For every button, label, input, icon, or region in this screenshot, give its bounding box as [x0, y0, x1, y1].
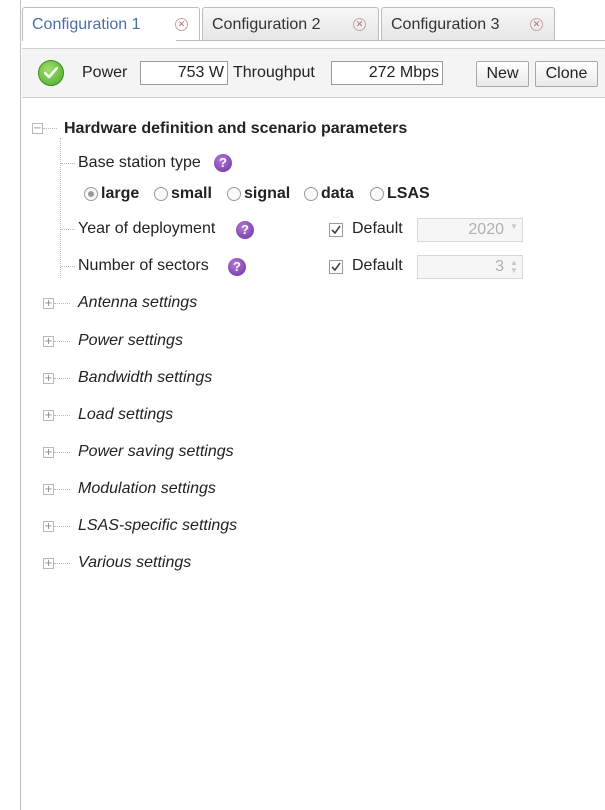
tab-label: Configuration 2	[212, 16, 321, 33]
radio-button[interactable]	[370, 187, 384, 201]
radio-label: data	[321, 185, 354, 202]
tree-guide	[54, 378, 70, 379]
tab-configuration-1[interactable]: Configuration 1 ✕	[22, 7, 200, 41]
expand-icon[interactable]: +	[43, 410, 54, 421]
power-label: Power	[82, 64, 128, 81]
power-value-field: 753 W	[140, 61, 228, 85]
expand-icon[interactable]: +	[43, 336, 54, 347]
settings-tree: − Hardware definition and scenario param…	[22, 100, 605, 800]
number-of-sectors-label: Number of sectors	[78, 257, 209, 274]
expand-icon[interactable]: +	[43, 558, 54, 569]
year-default-checkbox[interactable]	[329, 223, 343, 237]
tree-guide	[43, 128, 57, 129]
tab-label: Configuration 1	[32, 16, 141, 33]
help-icon[interactable]: ?	[214, 154, 232, 172]
tab-bar: Configuration 1 ✕ Configuration 2 ✕ Conf…	[22, 7, 605, 41]
tree-guide	[54, 341, 70, 342]
expand-icon[interactable]: +	[43, 484, 54, 495]
clone-button[interactable]: Clone	[535, 61, 598, 87]
radio-label: small	[171, 185, 212, 202]
expand-icon[interactable]: +	[43, 447, 54, 458]
year-of-deployment-label: Year of deployment	[78, 220, 216, 237]
section-label: Antenna settings	[78, 294, 198, 311]
help-icon[interactable]: ?	[236, 221, 254, 239]
sectors-value: 3	[495, 258, 504, 275]
help-icon[interactable]: ?	[228, 258, 246, 276]
tree-guide	[60, 138, 61, 278]
section-label: Power saving settings	[78, 443, 234, 460]
throughput-value-field: 272 Mbps	[331, 61, 443, 85]
radio-label: signal	[244, 185, 291, 202]
radio-button[interactable]	[154, 187, 168, 201]
expand-icon[interactable]: +	[43, 298, 54, 309]
section-label: Modulation settings	[78, 480, 216, 497]
tree-guide	[61, 163, 75, 164]
expand-icon[interactable]: +	[43, 521, 54, 532]
year-value: 2020	[468, 221, 504, 238]
tab-configuration-2[interactable]: Configuration 2 ✕	[202, 7, 379, 40]
section-label: LSAS-specific settings	[78, 517, 238, 534]
tree-guide	[61, 229, 75, 230]
tree-guide	[54, 303, 70, 304]
radio-label: large	[101, 185, 140, 202]
check-circle-icon	[38, 60, 64, 86]
section-label: Load settings	[78, 406, 174, 423]
close-icon[interactable]: ✕	[353, 18, 366, 31]
section-label: Power settings	[78, 332, 183, 349]
base-station-type-label: Base station type	[78, 154, 201, 171]
radio-label: LSAS	[387, 185, 430, 202]
spinner-arrows-icon: ▲ ▼	[510, 258, 518, 275]
section-label: Various settings	[78, 554, 192, 571]
expand-icon[interactable]: +	[43, 373, 54, 384]
sectors-default-label: Default	[352, 257, 403, 274]
year-select[interactable]: 2020 ▼	[417, 218, 523, 242]
radio-button[interactable]	[84, 187, 98, 201]
tab-configuration-3[interactable]: Configuration 3 ✕	[381, 7, 555, 40]
toolbar: Power 753 W Throughput 272 Mbps New Clon…	[22, 48, 605, 98]
tab-label: Configuration 3	[391, 16, 500, 33]
close-icon[interactable]: ✕	[530, 18, 543, 31]
root-node-label: Hardware definition and scenario paramet…	[64, 120, 408, 137]
radio-button[interactable]	[304, 187, 318, 201]
close-icon[interactable]: ✕	[175, 18, 188, 31]
sectors-default-checkbox[interactable]	[329, 260, 343, 274]
tree-guide	[54, 415, 70, 416]
tree-guide	[54, 489, 70, 490]
throughput-label: Throughput	[233, 64, 315, 81]
tree-guide	[61, 266, 75, 267]
tree-guide	[54, 452, 70, 453]
new-button[interactable]: New	[476, 61, 529, 87]
tree-guide	[54, 526, 70, 527]
radio-button[interactable]	[227, 187, 241, 201]
chevron-down-icon: ▼	[510, 222, 518, 231]
tab-divider	[176, 40, 605, 41]
section-label: Bandwidth settings	[78, 369, 213, 386]
year-default-label: Default	[352, 220, 403, 237]
collapse-icon[interactable]: −	[32, 123, 43, 134]
tree-guide	[54, 563, 70, 564]
sectors-spinner[interactable]: 3 ▲ ▼	[417, 255, 523, 279]
